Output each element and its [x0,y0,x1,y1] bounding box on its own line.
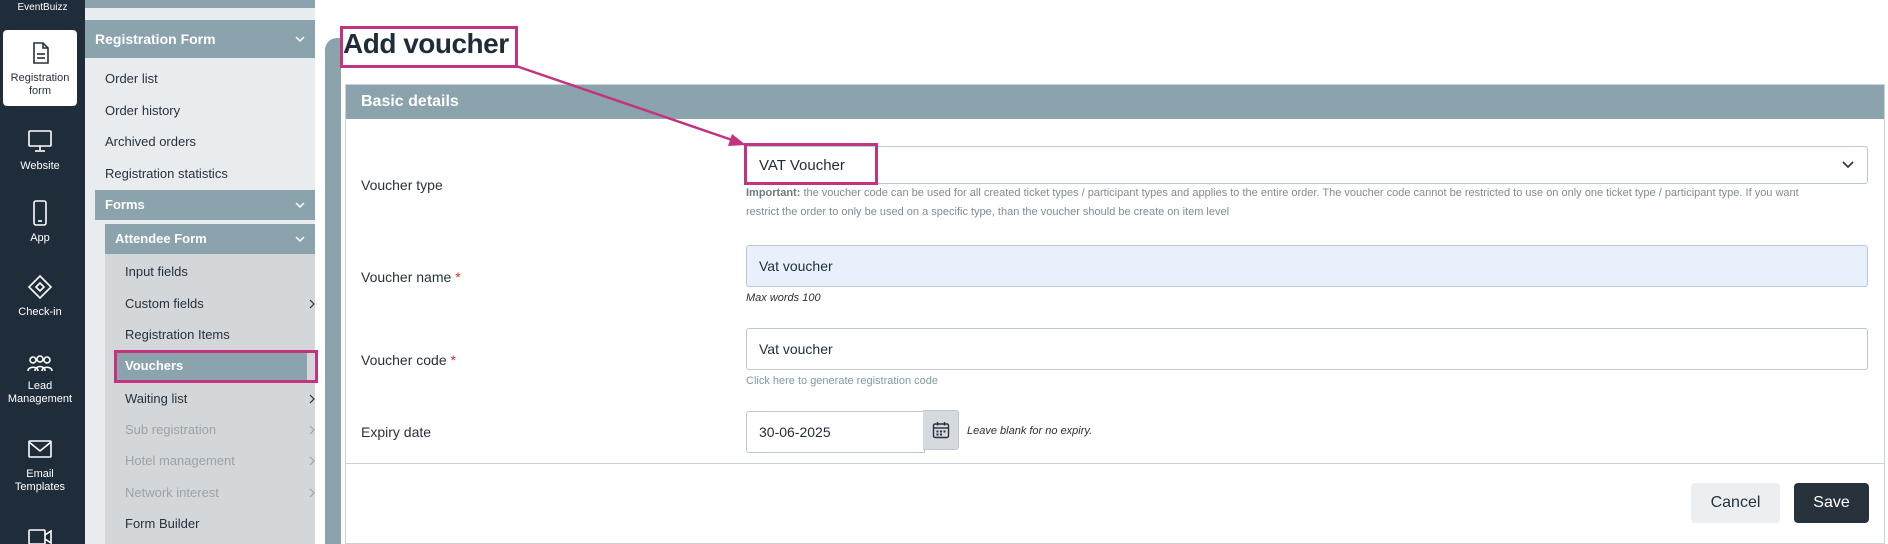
collapsed-section-header[interactable] [85,0,315,8]
rail-item-check-in[interactable]: Check-in [3,274,77,324]
annotation-highlight-vouchers [114,350,318,383]
video-icon [28,529,52,544]
sidebar-section-registration-form[interactable]: Registration Form [85,20,315,58]
chevron-down-icon [295,236,305,243]
rail-label: App [30,232,50,244]
chevron-right-icon [309,394,315,404]
chevron-right-icon [309,425,315,435]
note-strong: Important: [746,187,801,199]
section-label: Forms [105,197,145,212]
calendar-button[interactable] [923,410,959,450]
section-title: Basic details [346,85,1884,119]
rail-label: Lead Management [7,380,73,405]
voucher-name-input[interactable]: Vat voucher [746,245,1868,287]
sidebar-item-form-builder[interactable]: Form Builder [125,515,199,533]
chevron-right-icon [309,488,315,498]
rail-item-registration-form[interactable]: Registration form [3,30,77,106]
label-text: Voucher code [361,352,447,368]
rail-label: Check-in [18,306,62,318]
annotation-highlight-voucher-type [744,143,878,185]
content-accent-bar [325,38,341,544]
expiry-date-hint: Leave blank for no expiry. [967,425,1093,437]
chevron-down-icon [295,36,305,43]
sidebar-item-network-interest[interactable]: Network interest [125,484,315,502]
voucher-type-select[interactable]: VAT Voucher [746,146,1868,184]
chevron-right-icon [309,299,315,309]
sidebar-item-custom-fields[interactable]: Custom fields [125,295,315,313]
voucher-name-label: Voucher name * [361,269,461,285]
section-label: Registration Form [95,31,216,47]
voucher-code-input[interactable]: Vat voucher [746,328,1868,370]
rail-item-video[interactable] [3,524,77,544]
annotation-highlight-title [340,26,518,68]
voucher-type-label: Voucher type [361,177,443,193]
people-icon [27,355,53,372]
sidebar-item-archived-orders[interactable]: Archived orders [105,133,196,151]
sidebar-item-order-history[interactable]: Order history [105,102,180,120]
sidebar-item-registration-statistics[interactable]: Registration statistics [105,165,228,183]
chevron-right-icon [309,456,315,466]
rail-item-lead-management[interactable]: Lead Management [3,348,77,408]
rail-label: Registration form [10,72,70,97]
sidebar-item-order-list[interactable]: Order list [105,70,158,88]
sidebar-item-waiting-list[interactable]: Waiting list [125,390,315,408]
save-button[interactable]: Save [1794,483,1869,523]
sidebar-item-hotel-management[interactable]: Hotel management [125,452,315,470]
item-label: Custom fields [125,296,204,311]
section-label: Attendee Form [115,231,207,246]
document-icon [33,42,49,64]
mail-icon [28,440,52,458]
note-line1: the voucher code can be used for all cre… [800,187,1799,199]
sidebar-section-forms[interactable]: Forms [95,190,315,220]
card-divider [346,463,1884,464]
rail-label: Website [20,160,60,172]
generate-code-link[interactable]: Click here to generate registration code [746,372,938,391]
expiry-date-label: Expiry date [361,424,432,440]
monitor-icon [28,130,52,152]
sidebar-item-input-fields[interactable]: Input fields [125,263,188,281]
item-label: Waiting list [125,391,188,406]
icon-rail: EventBuizz Registration form Website App… [0,0,85,544]
cancel-button[interactable]: Cancel [1691,483,1780,523]
rail-item-website[interactable]: Website [3,128,77,178]
voucher-name-hint: Max words 100 [746,292,821,304]
expiry-date-input[interactable]: 30-06-2025 [746,411,925,453]
item-label: Hotel management [125,453,235,468]
item-label: Network interest [125,485,219,500]
basic-details-card: Basic details Voucher type VAT Voucher I… [345,84,1885,544]
sidebar-section-attendee-form[interactable]: Attendee Form [105,224,315,254]
voucher-type-note: Important: the voucher code can be used … [746,184,1871,222]
rail-item-app[interactable]: App [3,200,77,250]
sidebar-item-sub-registration[interactable]: Sub registration [125,421,315,439]
rail-item-email-templates[interactable]: Email Templates [3,436,77,496]
required-mark: * [455,269,461,285]
chevron-down-icon [295,202,305,209]
app-logo: EventBuizz [17,2,68,13]
required-mark: * [450,352,456,368]
label-text: Voucher name [361,269,452,285]
note-line2: restrict the order to only be used on a … [746,206,1230,218]
mobile-icon [33,200,47,226]
chevron-down-icon [1842,161,1854,169]
ticket-icon [27,274,53,300]
item-label: Sub registration [125,422,217,437]
sidebar-item-registration-items[interactable]: Registration Items [125,326,230,344]
calendar-icon [932,422,949,439]
rail-label: Email Templates [14,468,66,493]
voucher-code-label: Voucher code * [361,352,456,368]
